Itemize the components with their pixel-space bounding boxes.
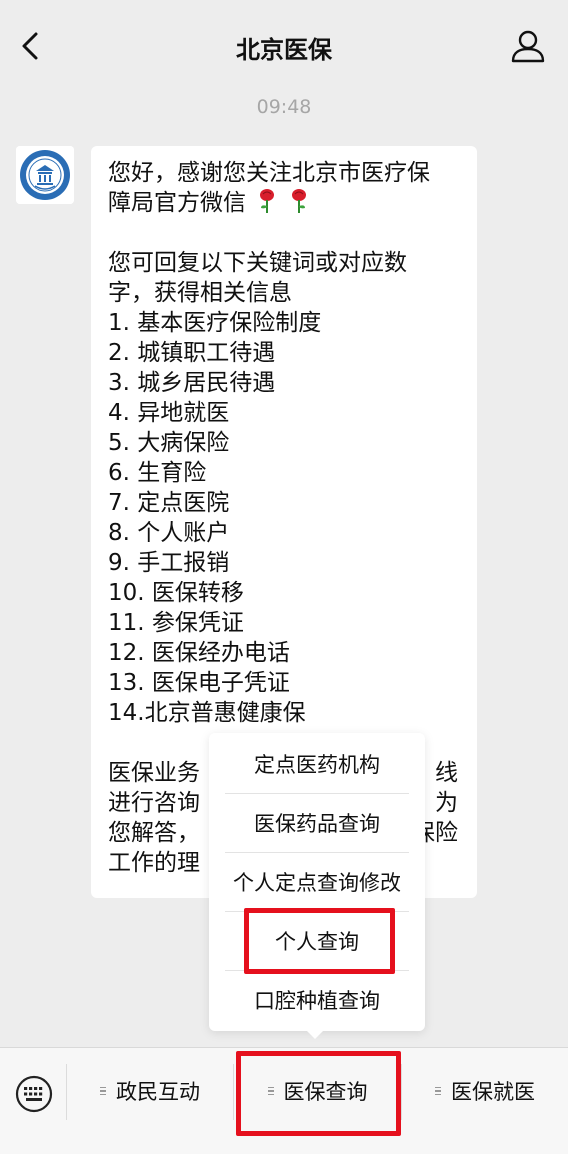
submenu-item-designated-institutions[interactable]: 定点医药机构 [209, 736, 425, 794]
rose-emoji-icon [291, 189, 306, 213]
menu-button-government-interaction[interactable]: 政民互动 [67, 1048, 233, 1134]
closing-text-right: 为 [435, 790, 458, 816]
keyword-item-1: 1. 基本医疗保险制度 [108, 310, 322, 336]
keyword-item-11: 11. 参保凭证 [108, 610, 244, 636]
closing-text: 进行咨询 [108, 790, 200, 816]
closing-text: 您解答， [108, 820, 200, 846]
insurance-query-highlight [236, 1051, 401, 1136]
page-title: 北京医保 [236, 36, 332, 64]
intro-line-1: 您可回复以下关键词或对应数 [108, 250, 407, 276]
rose-emoji-icon [260, 189, 275, 213]
submenu-item-drug-query[interactable]: 医保药品查询 [209, 795, 425, 853]
keyboard-icon[interactable] [14, 1074, 54, 1114]
closing-text: 医保业务 [108, 760, 200, 786]
nav-header: 北京医保 [0, 0, 568, 92]
keyword-item-14: 14.北京普惠健康保 [108, 700, 306, 726]
menu-label: 医保就医 [451, 1080, 535, 1104]
intro-line-2: 字，获得相关信息 [108, 280, 292, 306]
personal-query-highlight [244, 908, 395, 974]
submenu-divider [225, 793, 409, 794]
message-timestamp: 09:48 [256, 96, 312, 118]
keyword-item-8: 8. 个人账户 [108, 520, 230, 546]
keyword-item-2: 2. 城镇职工待遇 [108, 340, 276, 366]
menu-label: 政民互动 [116, 1080, 200, 1104]
keyword-item-10: 10. 医保转移 [108, 580, 244, 606]
official-account-avatar[interactable] [16, 146, 74, 204]
keyword-item-13: 13. 医保电子凭证 [108, 670, 290, 696]
menu-lines-icon [435, 1085, 441, 1098]
submenu-item-designated-modify[interactable]: 个人定点查询修改 [209, 854, 425, 912]
menu-button-insurance-medical[interactable]: 医保就医 [402, 1048, 568, 1134]
greeting-line-1: 您好，感谢您关注北京市医疗保 [108, 160, 430, 186]
greeting-text: 障局官方微信 [108, 190, 246, 216]
keyword-item-4: 4. 异地就医 [108, 400, 230, 426]
keyword-item-6: 6. 生育险 [108, 460, 207, 486]
chevron-left-icon[interactable] [12, 26, 52, 66]
submenu-popup: 定点医药机构 医保药品查询 个人定点查询修改 个人查询 口腔种植查询 [209, 733, 425, 1031]
keyword-item-7: 7. 定点医院 [108, 490, 230, 516]
submenu-item-dental-implant-query[interactable]: 口腔种植查询 [209, 972, 425, 1030]
greeting-line-2: 障局官方微信 [108, 188, 461, 218]
keyword-item-12: 12. 医保经办电话 [108, 640, 290, 666]
keyword-item-3: 3. 城乡居民待遇 [108, 370, 276, 396]
keyword-item-5: 5. 大病保险 [108, 430, 230, 456]
menu-lines-icon [100, 1085, 106, 1098]
seal-logo-icon [16, 146, 74, 204]
keyword-item-9: 9. 手工报销 [108, 550, 230, 576]
submenu-divider [225, 852, 409, 853]
submenu-caret [306, 1030, 324, 1039]
person-icon[interactable] [508, 26, 548, 66]
closing-text-right: 线 [435, 760, 458, 786]
